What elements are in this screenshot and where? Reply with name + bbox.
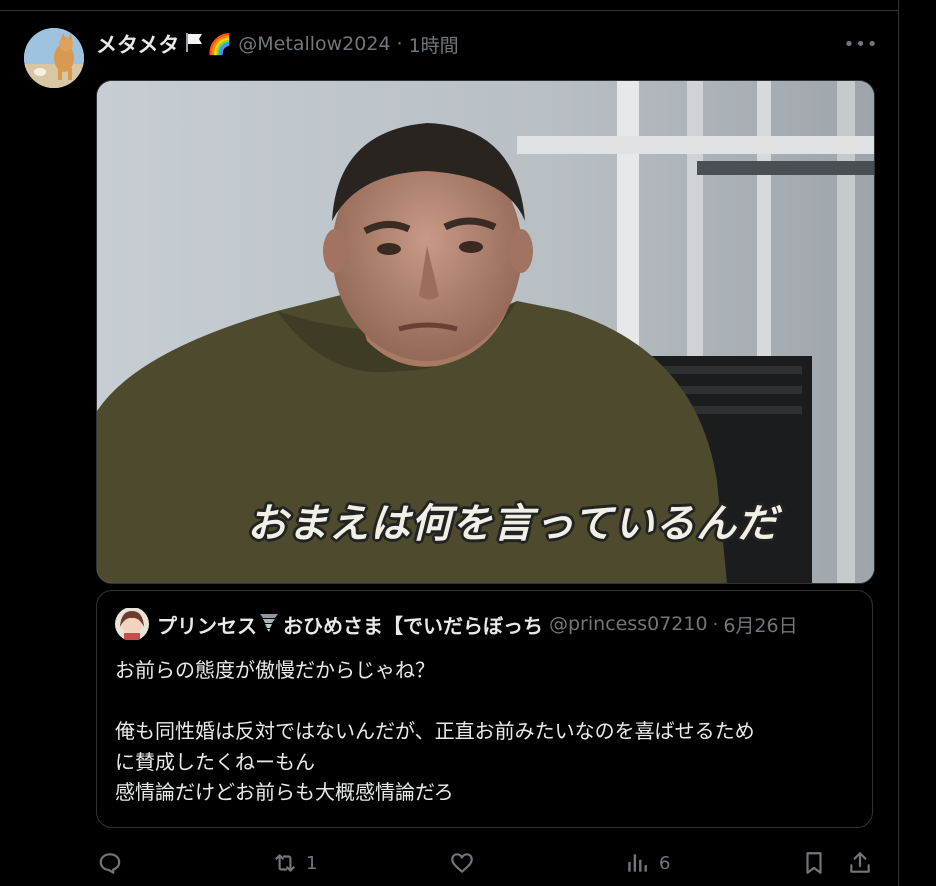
quoted-post-text: お前らの態度が傲慢だからじゃね？ 俺も同性婚は反対ではないんだが、正直お前みたい… [115, 655, 855, 808]
share-icon [850, 852, 870, 873]
anime-girl-avatar-icon [115, 608, 149, 640]
bookmark-icon [806, 852, 822, 874]
bookmark-button[interactable] [801, 848, 827, 878]
white-flag-icon [183, 31, 205, 57]
handle[interactable]: @Metallow2024 [238, 33, 390, 55]
more-icon: ••• [843, 33, 879, 55]
repost-icon [275, 854, 295, 872]
post-header: メタメタ 🌈 @Metallow2024 · 1時間 [96, 30, 459, 58]
post-media[interactable]: おまえは何を言っているんだ [96, 80, 875, 584]
quoted-display-name: プリンセス [157, 613, 257, 638]
quoted-date: 6月26日 [723, 614, 798, 637]
quoted-line [115, 686, 855, 717]
separator-dot: · [712, 613, 719, 635]
quoted-line: 感情論だけどお前らも大概感情論だろ [115, 780, 454, 804]
action-bar: 1 6 [0, 848, 898, 878]
more-options-button[interactable]: ••• [843, 30, 879, 58]
quoted-line: 俺も同性婚は反対ではないんだが、正直お前みたいなのを喜ばせるため [115, 719, 755, 743]
like-button[interactable] [449, 848, 483, 878]
share-button[interactable] [847, 848, 873, 878]
quoted-line: お前らの態度が傲慢だからじゃね？ [115, 658, 435, 682]
quoted-handle: @princess07210 [549, 613, 708, 635]
rainbow-emoji: 🌈 [207, 32, 233, 56]
cat-avatar-icon [24, 28, 84, 88]
separator-dot: · [396, 33, 403, 55]
timestamp[interactable]: 1時間 [409, 31, 459, 58]
avatar[interactable] [24, 28, 84, 88]
views-button[interactable]: 6 [625, 848, 670, 878]
reply-icon [99, 853, 121, 874]
divider [0, 10, 898, 11]
quoted-post-header: プリンセス おひめさま【でいだらぼっち @princess07210 · 6月2… [115, 608, 855, 640]
views-count: 6 [659, 852, 671, 874]
repost-button[interactable]: 1 [272, 848, 317, 878]
repost-count: 1 [306, 852, 318, 874]
reply-button[interactable] [97, 848, 131, 878]
display-name[interactable]: メタメタ [96, 29, 179, 59]
quoted-line: に賛成したくねーもん [115, 749, 315, 774]
quoted-name-suffix: おひめさま【でいだらぼっち [283, 613, 543, 638]
tornado-icon [259, 611, 279, 637]
quoted-post[interactable]: プリンセス おひめさま【でいだらぼっち @princess07210 · 6月2… [96, 590, 873, 828]
image-caption: おまえは何を言っているんだ [247, 501, 778, 547]
heart-icon [451, 853, 473, 873]
views-chart-icon [628, 854, 647, 872]
quoted-avatar [115, 608, 149, 640]
